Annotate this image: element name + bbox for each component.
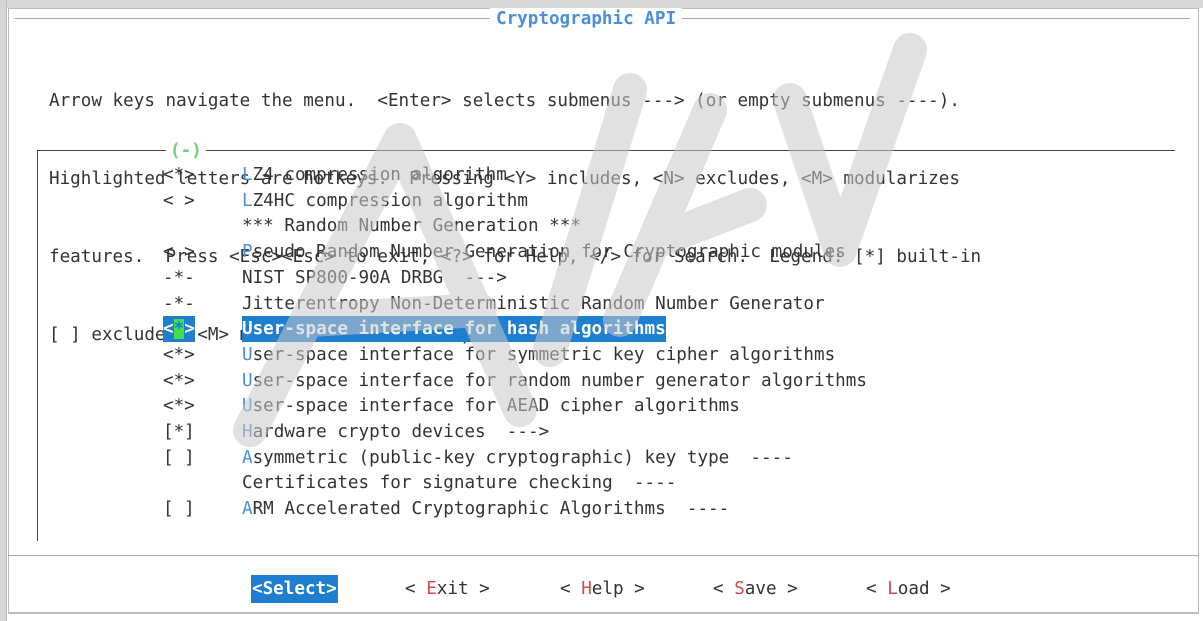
scroll-up-indicator: (-) xyxy=(166,141,206,161)
menu-item-label: Asymmetric (public-key cryptographic) ke… xyxy=(242,447,793,468)
menu-item-label: ARM Accelerated Cryptographic Algorithms… xyxy=(242,499,730,520)
menu-item-label: *** Random Number Generation *** xyxy=(242,216,581,237)
menu-item[interactable]: -*- NIST SP800-90A DRBG ---> xyxy=(0,265,1203,291)
menu-item-hotkey: A xyxy=(242,447,253,468)
menu-item-label: User-space interface for random number g… xyxy=(242,370,867,391)
menu-item-label: LZ4HC compression algorithm xyxy=(242,190,528,211)
menu-item-label: Hardware crypto devices ---> xyxy=(242,422,550,442)
menu-item-label: NIST SP800-90A DRBG ---> xyxy=(242,267,507,288)
menu-item-state: -*- xyxy=(163,267,195,288)
menu-item-state: -*- xyxy=(163,293,195,314)
menu-box-corner xyxy=(37,537,38,541)
menu-item[interactable]: <*> User-space interface for AEAD cipher … xyxy=(0,393,1203,419)
terminal-bottom-edge xyxy=(8,612,1199,614)
menu-item-hotkey: P xyxy=(242,242,253,263)
menu-item-label: Certificates for signature checking ---- xyxy=(242,473,677,494)
menu-item-state: < > xyxy=(163,190,195,211)
menu-item-label: User-space interface for AEAD cipher alg… xyxy=(242,396,740,417)
button-bar: <Select> < Exit > < Help > < Save > < Load > xyxy=(0,575,1203,603)
menu-item[interactable]: Certificates for signature checking ---- xyxy=(0,470,1203,496)
menu-item-hotkey: U xyxy=(242,370,253,391)
menu-item-state: [*] xyxy=(163,422,195,442)
button-hotkey: Select xyxy=(262,579,327,599)
menu-item-label: User-space interface for symmetric key c… xyxy=(242,344,836,365)
menu-item[interactable]: <*> User-space interface for random numbe… xyxy=(0,368,1203,394)
terminal-top-edge xyxy=(0,0,1203,8)
menu-item-label: Jitterentropy Non-Deterministic Random N… xyxy=(242,293,825,314)
menu-item[interactable]: [ ] Asymmetric (public-key cryptographic)… xyxy=(0,445,1203,471)
button-hotkey: L xyxy=(887,579,898,599)
menu-item-hotkey: H xyxy=(242,422,253,442)
menu-item-state: <*> xyxy=(163,344,195,365)
dialog-title: Cryptographic API xyxy=(490,8,683,30)
menu-item-label: Pseudo Random Number Generation for Cryp… xyxy=(242,242,846,263)
menu-item-hotkey: U xyxy=(242,319,253,340)
help-button[interactable]: < Help > xyxy=(560,575,645,603)
menu-item-state: <*> xyxy=(163,396,195,417)
menu-item-hotkey: L xyxy=(242,165,253,185)
select-button[interactable]: <Select> xyxy=(251,575,338,603)
menu-item-label: LZ4 compression algorithm xyxy=(242,165,507,185)
menu-item[interactable]: < > Pseudo Random Number Generation for C… xyxy=(0,239,1203,265)
menu-item-state: <*> xyxy=(163,316,195,343)
menu-item[interactable]: [ ] ARM Accelerated Cryptographic Algorit… xyxy=(0,496,1203,522)
menu-item-hotkey: L xyxy=(242,190,253,211)
menu-item[interactable]: [*] Hardware crypto devices ---> xyxy=(0,419,1203,445)
menu-item-state: [ ] xyxy=(163,499,195,520)
exit-button[interactable]: < Exit > xyxy=(405,575,490,603)
menu-item-hotkey: A xyxy=(242,499,253,520)
menu-item-label: User-space interface for hash algorithms xyxy=(242,316,666,343)
menu-item-state: <*> xyxy=(163,370,195,391)
menu-item-selected[interactable]: <*> User-space interface for hash algorit… xyxy=(0,316,1203,343)
menu-item[interactable]: <*> User-space interface for symmetric ke… xyxy=(0,342,1203,368)
load-button[interactable]: < Load > xyxy=(866,575,951,603)
menu-item-hotkey: U xyxy=(242,396,253,417)
menu-item[interactable]: *** Random Number Generation *** xyxy=(0,213,1203,239)
menu-item-state: < > xyxy=(163,242,195,263)
help-line: Arrow keys navigate the menu. <Enter> se… xyxy=(49,91,960,111)
button-hotkey: E xyxy=(426,579,437,599)
menu-item-state: <*> xyxy=(163,165,195,185)
text-cursor: * xyxy=(173,319,185,340)
menu-item[interactable]: < > LZ4HC compression algorithm xyxy=(0,188,1203,214)
menu-item-state: [ ] xyxy=(163,447,195,468)
menu-item-hotkey: U xyxy=(242,344,253,365)
terminal-window: Cryptographic API Arrow keys navigate th… xyxy=(0,0,1203,621)
save-button[interactable]: < Save > xyxy=(713,575,798,603)
button-separator xyxy=(8,555,1199,556)
button-hotkey: H xyxy=(581,579,592,599)
button-hotkey: S xyxy=(734,579,745,599)
menu-item[interactable]: <*> LZ4 compression algorithm xyxy=(0,162,1203,188)
menu-item[interactable]: -*- Jitterentropy Non-Deterministic Rando… xyxy=(0,291,1203,317)
